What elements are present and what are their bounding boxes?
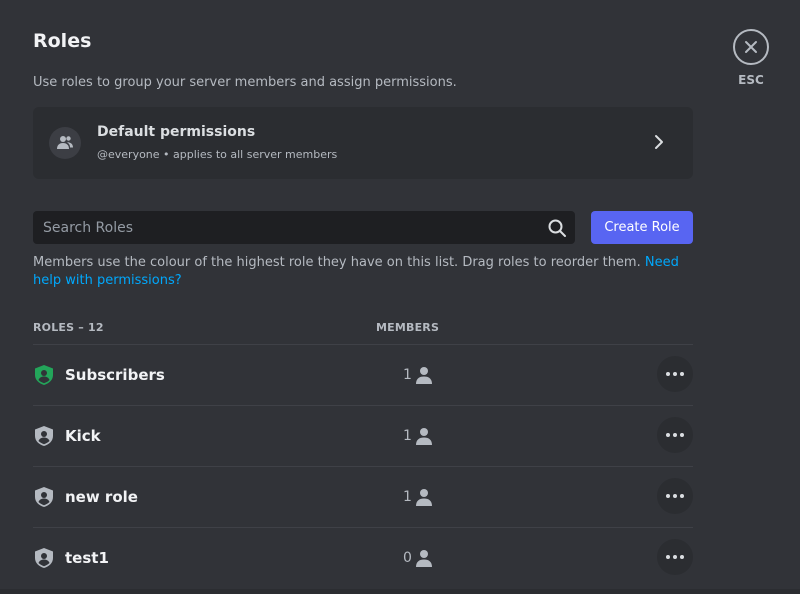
member-count: 1 (403, 367, 412, 383)
roles-column-header: ROLES – 12 (33, 321, 104, 334)
member-count: 1 (403, 428, 412, 444)
role-shield-icon (35, 487, 53, 507)
role-name: Kick (65, 427, 101, 445)
default-permissions-card[interactable]: Default permissions @everyone • applies … (33, 107, 693, 179)
member-icon (416, 550, 432, 567)
table-row[interactable]: test1 0 (33, 527, 693, 588)
role-name: Subscribers (65, 366, 165, 384)
role-shield-icon (35, 426, 53, 446)
more-icon (666, 555, 684, 559)
bottom-bar (0, 589, 800, 594)
table-row[interactable]: Kick 1 (33, 405, 693, 466)
role-name: new role (65, 488, 138, 506)
esc-label: ESC (738, 73, 764, 87)
role-shield-icon (35, 548, 53, 568)
close-button[interactable] (733, 29, 769, 65)
page-description: Use roles to group your server members a… (33, 75, 457, 90)
more-options-button[interactable] (657, 539, 693, 575)
more-options-button[interactable] (657, 356, 693, 392)
close-control: ESC (733, 29, 769, 87)
search-icon[interactable] (547, 218, 567, 238)
member-icon (416, 428, 432, 445)
role-name: test1 (65, 549, 109, 567)
search-box (33, 211, 575, 244)
default-permissions-subtitle: @everyone • applies to all server member… (97, 148, 338, 161)
members-column-header: MEMBERS (376, 321, 440, 334)
member-count: 0 (403, 550, 412, 566)
default-permissions-title: Default permissions (97, 124, 256, 140)
member-count: 1 (403, 489, 412, 505)
more-icon (666, 372, 684, 376)
more-icon (666, 433, 684, 437)
table-row[interactable]: Subscribers 1 (33, 344, 693, 405)
page-title: Roles (33, 30, 92, 52)
chevron-right-icon (655, 135, 663, 149)
members-icon (49, 127, 81, 159)
table-row[interactable]: new role 1 (33, 466, 693, 527)
search-input[interactable] (33, 211, 533, 244)
help-text: Members use the colour of the highest ro… (33, 254, 693, 290)
create-role-button[interactable]: Create Role (591, 211, 693, 244)
more-options-button[interactable] (657, 417, 693, 453)
more-options-button[interactable] (657, 478, 693, 514)
member-icon (416, 489, 432, 506)
member-icon (416, 367, 432, 384)
help-text-body: Members use the colour of the highest ro… (33, 255, 645, 270)
close-icon (745, 41, 757, 53)
more-icon (666, 494, 684, 498)
role-shield-icon (35, 365, 53, 385)
